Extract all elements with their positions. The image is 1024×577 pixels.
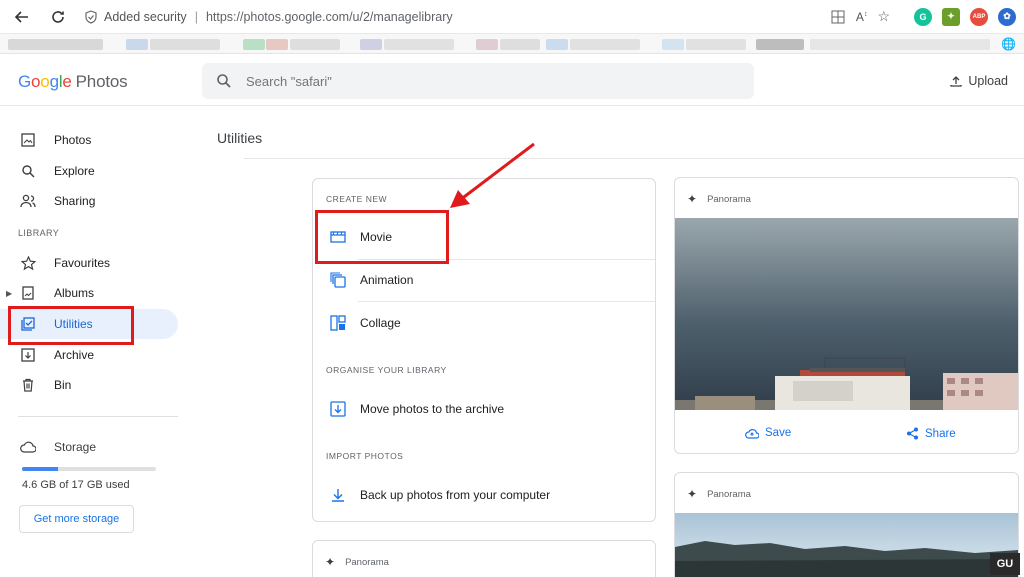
grammarly-icon[interactable]: G — [914, 7, 932, 26]
people-icon — [20, 193, 36, 209]
cloud-icon — [20, 441, 36, 453]
move-to-archive-item[interactable]: Move photos to the archive — [313, 388, 655, 430]
browser-toolbar: Added security | https://photos.google.c… — [0, 0, 1024, 34]
upload-button[interactable]: Upload — [950, 74, 1008, 88]
blurred-bookmark — [756, 39, 804, 50]
archive-icon — [330, 401, 346, 417]
annotation-highlight-movie — [315, 210, 449, 264]
animation-icon — [330, 272, 346, 288]
collage-icon — [330, 315, 346, 331]
sparkle-icon: ✦ — [687, 487, 698, 501]
blurred-bookmark — [8, 39, 103, 50]
blurred-bookmark — [476, 39, 498, 50]
panorama-card[interactable]: ✦ Panorama — [312, 540, 656, 577]
blurred-bookmark — [500, 39, 540, 50]
security-label: Added security — [104, 9, 187, 24]
blurred-bookmark — [810, 39, 990, 50]
search-icon — [20, 163, 36, 179]
annotation-arrow-icon — [450, 142, 535, 208]
sidebar-item-favourites[interactable]: Favourites — [0, 248, 178, 278]
reload-icon[interactable] — [44, 3, 72, 31]
page-title: Utilities — [217, 130, 263, 146]
star-icon — [20, 255, 36, 271]
download-icon — [330, 487, 346, 503]
panorama-label: ✦ Panorama — [687, 192, 751, 206]
archive-icon — [20, 347, 36, 363]
extensions-area: A↕ ☆ G ✦ ABP ✿ — [830, 7, 1016, 26]
search-bar[interactable] — [202, 63, 754, 99]
adblock-icon[interactable]: ABP — [970, 7, 988, 26]
panorama-image[interactable] — [675, 218, 1018, 410]
panorama-card[interactable]: ✦ Panorama — [674, 472, 1019, 577]
sparkle-icon: ✦ — [325, 555, 336, 569]
favorite-star-icon[interactable]: ☆ — [877, 8, 890, 25]
sidebar-item-bin[interactable]: Bin — [0, 370, 178, 400]
photo-icon — [20, 132, 36, 148]
share-icon — [906, 427, 919, 440]
globe-icon[interactable]: 🌐 — [1001, 37, 1016, 51]
get-more-storage-button[interactable]: Get more storage — [19, 505, 134, 533]
cloud-upload-icon — [745, 428, 759, 439]
bookmarks-bar: 🌐 — [0, 34, 1024, 54]
storage-usage-bar — [22, 467, 156, 471]
google-photos-logo[interactable]: Google Photos — [18, 72, 128, 92]
create-animation-item[interactable]: Animation — [313, 259, 655, 301]
backup-photos-item[interactable]: Back up photos from your computer — [313, 474, 655, 516]
app-header: GooglePhotos Upload — [0, 54, 1024, 106]
annotation-highlight-utilities — [8, 306, 134, 345]
blurred-bookmark — [290, 39, 340, 50]
import-heading: IMPORT PHOTOS — [326, 451, 404, 461]
back-icon[interactable] — [8, 3, 36, 31]
search-icon[interactable] — [216, 73, 232, 89]
upload-icon — [950, 75, 963, 87]
sidebar-item-albums[interactable]: Albums — [0, 278, 178, 308]
sparkle-icon: ✦ — [687, 192, 698, 206]
blurred-bookmark — [546, 39, 568, 50]
blurred-bookmark — [686, 39, 746, 50]
sidebar-item-photos[interactable]: Photos — [0, 125, 178, 155]
extension-badge-icon[interactable]: ✦ — [942, 7, 960, 26]
search-input[interactable] — [246, 73, 546, 89]
storage-used-text: 4.6 GB of 17 GB used — [22, 479, 130, 491]
address-bar[interactable]: Added security | https://photos.google.c… — [84, 10, 830, 24]
create-collage-item[interactable]: Collage — [313, 302, 655, 344]
url-text[interactable]: https://photos.google.com/u/2/managelibr… — [206, 10, 453, 24]
blurred-bookmark — [570, 39, 640, 50]
create-new-heading: CREATE NEW — [326, 194, 388, 204]
blurred-bookmark — [384, 39, 454, 50]
storage-link[interactable]: Storage — [20, 440, 96, 454]
panorama-card[interactable]: ✦ Panorama Save Share — [674, 177, 1019, 454]
read-aloud-icon[interactable]: A↕ — [856, 10, 868, 24]
save-button[interactable]: Save — [745, 427, 791, 439]
library-heading: LIBRARY — [18, 228, 60, 238]
sidebar-item-explore[interactable]: Explore — [0, 156, 178, 186]
blurred-bookmark — [360, 39, 382, 50]
blurred-bookmark — [243, 39, 265, 50]
watermark-logo: GU — [990, 553, 1020, 575]
blurred-bookmark — [126, 39, 148, 50]
address-separator: | — [194, 9, 198, 24]
shield-icon — [84, 9, 98, 24]
panorama-label: ✦ Panorama — [687, 487, 751, 501]
trash-icon — [20, 377, 36, 393]
album-icon — [20, 285, 36, 301]
title-divider — [244, 158, 1024, 159]
blurred-bookmark — [266, 39, 288, 50]
panorama-image[interactable] — [675, 513, 1018, 577]
sidebar-item-sharing[interactable]: Sharing — [0, 186, 178, 216]
panorama-label: ✦ Panorama — [325, 555, 389, 569]
organise-heading: ORGANISE YOUR LIBRARY — [326, 365, 447, 375]
blurred-bookmark — [662, 39, 684, 50]
extension-puzzle-icon[interactable]: ✿ — [998, 7, 1016, 26]
split-screen-icon[interactable] — [830, 9, 846, 25]
sidebar-divider — [18, 416, 178, 417]
storage-usage-fill — [22, 467, 59, 471]
share-button[interactable]: Share — [906, 427, 956, 440]
blurred-bookmark — [150, 39, 220, 50]
